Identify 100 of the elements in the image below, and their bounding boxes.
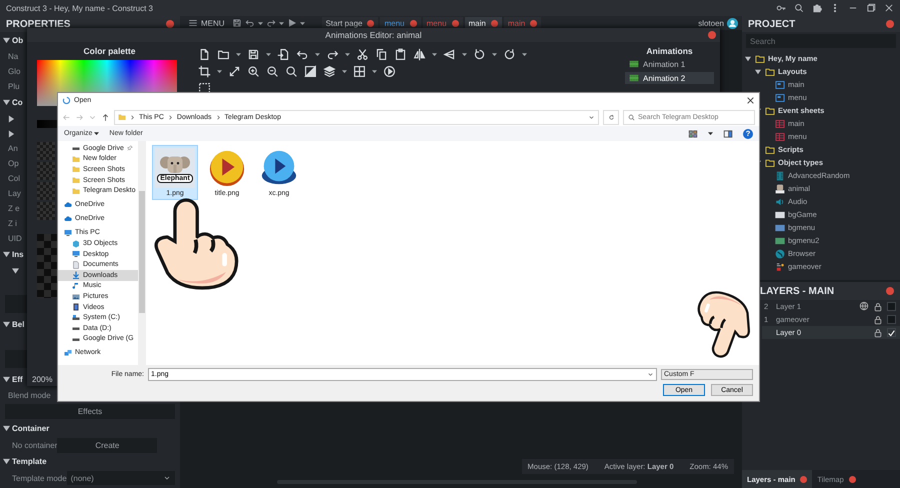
close-dot[interactable] bbox=[886, 20, 894, 28]
new-file-icon[interactable] bbox=[198, 48, 211, 61]
preview-pane-icon[interactable] bbox=[723, 128, 733, 138]
elephant-sprite-icon bbox=[775, 184, 785, 194]
lock-icon[interactable] bbox=[873, 314, 883, 324]
play-icon[interactable] bbox=[383, 65, 396, 78]
caret-icon[interactable] bbox=[492, 52, 497, 57]
visibility-checkbox[interactable] bbox=[887, 328, 896, 337]
caret-icon[interactable] bbox=[217, 69, 222, 74]
collapse-triangle-icon[interactable] bbox=[3, 321, 10, 328]
property-label: Template mode bbox=[12, 474, 67, 482]
undo-icon[interactable] bbox=[296, 48, 309, 61]
zoom-out-icon[interactable] bbox=[266, 65, 279, 78]
crop-icon[interactable] bbox=[198, 65, 211, 78]
search-field[interactable]: Search bbox=[746, 34, 896, 48]
text-object-icon bbox=[775, 262, 785, 272]
chevron-down-icon[interactable] bbox=[588, 114, 595, 120]
cube-icon bbox=[72, 240, 80, 248]
property-label: Blend mode bbox=[8, 391, 51, 400]
collapse-triangle-icon[interactable] bbox=[3, 37, 10, 44]
search-icon[interactable] bbox=[794, 3, 804, 13]
caret-icon[interactable] bbox=[372, 69, 377, 74]
rotate-left-icon[interactable] bbox=[473, 48, 486, 61]
up-arrow-icon[interactable] bbox=[101, 112, 110, 122]
animation-item[interactable]: Animation 1 bbox=[625, 58, 714, 70]
import-icon[interactable] bbox=[277, 48, 290, 61]
caret-icon[interactable] bbox=[462, 52, 467, 57]
zoom-icon[interactable] bbox=[285, 65, 298, 78]
caret-icon[interactable] bbox=[315, 52, 320, 57]
collapse-triangle-icon[interactable] bbox=[3, 376, 10, 383]
flip-vertical-icon[interactable] bbox=[443, 48, 456, 61]
expand-triangle-icon[interactable] bbox=[12, 266, 19, 274]
refresh-button[interactable] bbox=[603, 110, 619, 124]
collapse-triangle-icon[interactable] bbox=[3, 99, 10, 106]
close-icon[interactable] bbox=[884, 3, 894, 13]
puzzle-icon[interactable] bbox=[812, 3, 822, 13]
create-button[interactable]: Create bbox=[57, 438, 158, 452]
caret-icon[interactable] bbox=[266, 52, 271, 57]
maximize-icon[interactable] bbox=[866, 3, 876, 13]
caret-icon[interactable] bbox=[345, 52, 350, 57]
key-icon[interactable] bbox=[776, 3, 786, 13]
close-dot[interactable] bbox=[166, 20, 174, 28]
collapse-triangle-icon[interactable] bbox=[3, 425, 10, 432]
document-tab[interactable]: Start page bbox=[322, 16, 378, 30]
section-label: Ins bbox=[12, 250, 24, 259]
color-swatch[interactable] bbox=[37, 142, 55, 160]
document-tab[interactable]: main bbox=[464, 16, 502, 30]
expand-triangle-icon[interactable] bbox=[755, 68, 761, 74]
document-tab[interactable]: menu bbox=[380, 16, 420, 30]
visibility-checkbox[interactable] bbox=[887, 315, 896, 324]
color-swatch[interactable] bbox=[37, 202, 55, 220]
user-name[interactable]: slotoen bbox=[698, 18, 724, 28]
close-icon[interactable] bbox=[746, 96, 755, 105]
cut-icon[interactable] bbox=[356, 48, 369, 61]
lock-icon[interactable] bbox=[873, 302, 883, 312]
property-label: Z i bbox=[8, 219, 17, 228]
collapse-triangle-icon[interactable] bbox=[3, 458, 10, 465]
close-dot[interactable] bbox=[886, 287, 894, 295]
expand-icon[interactable] bbox=[228, 65, 241, 78]
effects-button[interactable]: Effects bbox=[5, 404, 175, 419]
visibility-checkbox[interactable] bbox=[887, 302, 896, 311]
redo-icon[interactable] bbox=[326, 48, 339, 61]
view-icon[interactable] bbox=[688, 128, 698, 138]
caret-icon[interactable] bbox=[236, 52, 241, 57]
caret-icon[interactable] bbox=[278, 20, 284, 26]
collapse-triangle-icon[interactable] bbox=[3, 251, 10, 258]
vertical-scrollbar[interactable] bbox=[138, 141, 146, 365]
undo-icon[interactable] bbox=[244, 18, 255, 28]
layers-icon[interactable] bbox=[323, 65, 336, 78]
menu-icon[interactable] bbox=[188, 18, 198, 28]
color-swatch[interactable] bbox=[37, 162, 55, 180]
caret-icon[interactable] bbox=[94, 131, 100, 136]
zoom-in-icon[interactable] bbox=[247, 65, 260, 78]
caret-icon[interactable] bbox=[708, 131, 713, 136]
play-triangle-icon[interactable] bbox=[286, 18, 297, 28]
avatar-icon[interactable] bbox=[727, 18, 738, 28]
redo-icon[interactable] bbox=[266, 18, 276, 28]
caret-icon[interactable] bbox=[522, 52, 527, 57]
caret-icon[interactable] bbox=[432, 52, 437, 57]
document-icon bbox=[72, 260, 80, 269]
folder-icon[interactable] bbox=[217, 48, 230, 61]
caret-icon[interactable] bbox=[258, 20, 263, 26]
paste-icon[interactable] bbox=[394, 48, 407, 61]
caret-icon[interactable] bbox=[342, 69, 347, 74]
caret-icon[interactable] bbox=[300, 20, 305, 26]
template-mode-dropdown[interactable]: (none) bbox=[66, 471, 175, 485]
rotate-right-icon[interactable] bbox=[503, 48, 516, 61]
menu-button[interactable]: MENU bbox=[184, 18, 229, 28]
selection-icon[interactable] bbox=[198, 82, 211, 95]
expand-triangle-icon[interactable] bbox=[745, 56, 751, 62]
lock-icon[interactable] bbox=[873, 328, 883, 338]
copy-icon[interactable] bbox=[375, 48, 388, 61]
chevron-down-icon[interactable] bbox=[163, 474, 171, 482]
mask-icon[interactable] bbox=[304, 65, 317, 78]
close-dot[interactable] bbox=[708, 31, 716, 39]
grid-icon[interactable] bbox=[353, 65, 366, 78]
animation-item[interactable]: Animation 2 bbox=[625, 72, 714, 84]
color-swatch[interactable] bbox=[37, 182, 55, 200]
save-icon[interactable] bbox=[232, 18, 242, 28]
flip-horizontal-icon[interactable] bbox=[413, 48, 426, 61]
